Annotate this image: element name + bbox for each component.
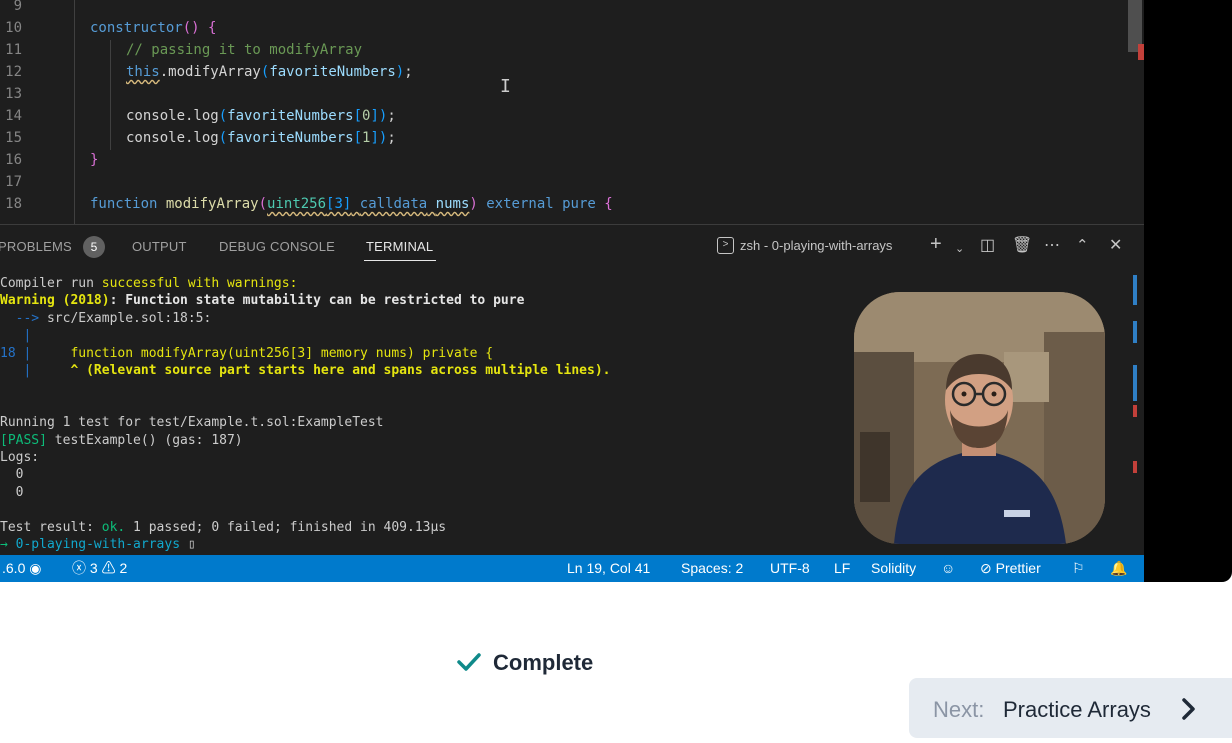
code-line[interactable]: 16} [0, 149, 1144, 171]
maximize-panel-icon[interactable]: ⌃ [1076, 236, 1089, 256]
code-text: constructor() { [90, 20, 217, 36]
terminal-line: --> src/Example.sol:18:5: [0, 310, 212, 326]
terminal-line: Running 1 test for test/Example.t.sol:Ex… [0, 415, 384, 431]
tab-terminal[interactable]: TERMINAL [366, 239, 433, 254]
code-editor[interactable]: 9 10 constructor() { 11 // passing it to mod… [0, 0, 1144, 224]
next-lesson-title: Practice Arrays [1003, 697, 1151, 722]
status-language[interactable]: Solidity [871, 560, 916, 577]
complete-label: Complete [493, 650, 594, 675]
chevron-right-icon [1182, 698, 1195, 720]
terminal-line: Logs: [0, 450, 40, 465]
code-text: // passing it to modifyArray [126, 42, 363, 58]
code-text: function modifyArray(uint256[3] calldata… [90, 196, 613, 212]
scroll-marker [1133, 321, 1137, 343]
indent-guide [110, 40, 111, 150]
terminal-line: | [0, 328, 32, 344]
active-tab-indicator [364, 260, 436, 261]
error-icon: ⓧ [72, 560, 86, 576]
next-lesson-button[interactable]: Next: Practice Arrays [909, 678, 1232, 738]
status-problems[interactable]: ⓧ 3 ⚠ 2 [72, 560, 127, 577]
eye-icon: ◉ [29, 560, 42, 576]
code-line[interactable]: 13 [0, 83, 1144, 105]
instructor-webcam [854, 292, 1105, 544]
video-player[interactable]: 9 10 constructor() { 11 // passing it to mod… [0, 0, 1232, 582]
code-line[interactable]: 18 function modifyArray(uint256[3] callda… [0, 193, 1144, 215]
line-number: 17 [5, 174, 22, 190]
terminal-line: → 0-playing-with-arrays ▯ [0, 537, 196, 552]
panel-tab-bar: PROBLEMS 5 OUTPUT DEBUG CONSOLE TERMINAL… [0, 225, 1144, 269]
status-cursor-position[interactable]: Ln 19, Col 41 [567, 560, 650, 577]
code-line[interactable]: 15 console.log(favoriteNumbers[1]); [0, 127, 1144, 149]
code-line[interactable]: 14 console.log(favoriteNumbers[0]); [0, 105, 1144, 127]
terminal-line: 18 | function modifyArray(uint256[3] mem… [0, 345, 494, 361]
terminal-selector[interactable]: zsh - 0-playing-with-arrays [740, 238, 892, 253]
code-line[interactable]: 10 constructor() { [0, 17, 1144, 39]
line-number: 12 [5, 64, 22, 80]
error-scroll-marker [1138, 44, 1144, 60]
feedback-icon[interactable]: ⚐ [1072, 560, 1085, 577]
status-encoding[interactable]: UTF-8 [770, 560, 810, 577]
scroll-marker [1133, 365, 1137, 401]
indent-guide [74, 0, 75, 224]
problems-count-badge: 5 [83, 236, 105, 258]
code-text: console.log(favoriteNumbers[0]); [126, 108, 396, 124]
scroll-marker [1133, 405, 1137, 417]
scroll-marker [1133, 275, 1137, 305]
status-bar: .6.0 ◉ ⓧ 3 ⚠ 2 Ln 19, Col 41 Spaces: 2 U… [0, 555, 1144, 582]
chevron-down-icon[interactable]: ⌄ [955, 239, 964, 259]
line-number: 15 [5, 130, 22, 146]
status-eol[interactable]: LF [834, 560, 850, 577]
code-line[interactable]: 12 this.modifyArray(favoriteNumbers); [0, 61, 1144, 83]
code-line[interactable]: 11 // passing it to modifyArray [0, 39, 1144, 61]
trash-icon[interactable]: 🗑 [1012, 236, 1032, 256]
close-panel-icon[interactable]: ✕ [1109, 236, 1122, 256]
line-number: 13 [5, 86, 22, 102]
code-text: console.log(favoriteNumbers[1]); [126, 130, 396, 146]
terminal-line: | ^ (Relevant source part starts here an… [0, 363, 611, 378]
terminal-line: Warning (2018): Function state mutabilit… [0, 293, 525, 309]
line-number: 18 [5, 196, 22, 212]
warning-icon: ⚠ [101, 560, 116, 576]
scroll-marker [1133, 461, 1137, 473]
code-text: } [90, 152, 99, 168]
notifications-bell-icon[interactable]: 🔔 [1110, 560, 1127, 577]
code-line[interactable]: 17 [0, 171, 1144, 193]
line-number: 14 [5, 108, 22, 124]
status-indentation[interactable]: Spaces: 2 [681, 560, 743, 577]
tab-problems[interactable]: PROBLEMS [0, 239, 72, 254]
line-number: 16 [5, 152, 22, 168]
copilot-icon[interactable]: ☺ [941, 560, 955, 577]
checkmark-icon [457, 653, 481, 671]
new-terminal-icon[interactable]: + [930, 234, 942, 254]
next-prefix-label: Next: [933, 697, 985, 722]
status-prettier[interactable]: ⊘ Prettier [980, 560, 1041, 577]
line-number: 11 [5, 42, 22, 58]
terminal-line: Compiler run successful with warnings: [0, 276, 298, 291]
tab-debug-console[interactable]: DEBUG CONSOLE [219, 239, 335, 254]
tab-output[interactable]: OUTPUT [132, 239, 187, 254]
more-actions-icon[interactable]: ⋯ [1044, 236, 1060, 256]
prettier-icon: ⊘ [980, 560, 992, 576]
terminal-line: 0 [0, 467, 24, 483]
text-cursor-icon: I [500, 76, 511, 97]
status-version[interactable]: .6.0 ◉ [2, 560, 41, 577]
terminal-icon: > [717, 237, 734, 254]
code-text: this.modifyArray(favoriteNumbers); [126, 64, 413, 80]
code-line[interactable]: 9 [0, 0, 1144, 17]
line-number: 10 [5, 20, 22, 36]
terminal-line: [PASS] testExample() (gas: 187) [0, 432, 243, 448]
split-terminal-icon[interactable]: ◫ [980, 236, 995, 256]
line-number: 9 [13, 0, 22, 14]
terminal-line: 0 [0, 484, 24, 500]
terminal-line: Test result: ok. 1 passed; 0 failed; fin… [0, 519, 447, 535]
